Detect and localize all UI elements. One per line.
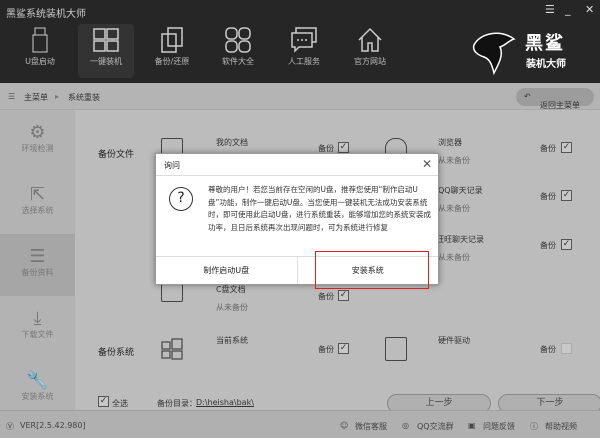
usb-icon bbox=[12, 24, 68, 56]
app-title: 黑鲨系统装机大师 bbox=[6, 9, 86, 20]
nav-backup-restore[interactable]: 备份/还原 bbox=[144, 24, 200, 78]
dialog-close-button[interactable]: ✕ bbox=[422, 157, 432, 171]
wechat-support-link[interactable]: 微信客服 bbox=[355, 421, 387, 432]
item-name: 当前系统 bbox=[216, 336, 248, 345]
qq-icon: ◎ bbox=[402, 421, 409, 430]
nav-label: 软件大全 bbox=[222, 57, 254, 66]
sidebar-item-env-check[interactable]: ⚙ 环境检测 bbox=[0, 110, 75, 172]
backup-checkbox-wangwang[interactable]: ✓ bbox=[561, 239, 572, 250]
version-icon: Ⓥ bbox=[6, 422, 14, 431]
feedback-link[interactable]: 问题反馈 bbox=[483, 421, 515, 432]
sidebar-item-backup[interactable]: ☰ 备份资料 bbox=[0, 234, 75, 296]
nav-support[interactable]: 人工服务 bbox=[276, 24, 332, 78]
nav-label: U盘启动 bbox=[25, 57, 55, 66]
nav-label: 备份/还原 bbox=[154, 57, 190, 66]
nav-label: 一键装机 bbox=[90, 57, 122, 66]
logo-subtext: 装机大师 bbox=[526, 59, 566, 70]
hard-drive-icon bbox=[385, 337, 407, 361]
cursor-icon: ⇱ bbox=[29, 184, 46, 205]
download-icon: ⤓ bbox=[33, 308, 42, 329]
backup-checkbox-documents[interactable]: ✓ bbox=[338, 142, 349, 153]
backup-checkbox-browser[interactable]: ✓ bbox=[561, 142, 572, 153]
sidebar-label: 备份资料 bbox=[21, 268, 54, 277]
sidebar-label: 环境检测 bbox=[21, 144, 54, 153]
backup-label: 备份 bbox=[540, 144, 556, 153]
minimize-button[interactable]: _ bbox=[565, 3, 571, 16]
qq-group-link[interactable]: QQ交流群 bbox=[417, 421, 454, 432]
backup-system-title: 备份系统 bbox=[98, 348, 135, 358]
dialog-message: 尊敬的用户！若您当前存在空闲的U盘，推荐您使用“制作启动U盘”功能，制作一键启动… bbox=[208, 185, 431, 232]
apps-icon bbox=[210, 24, 266, 56]
breadcrumb: ☰ 主菜单 ▸ 系统重装 ↶ 返回主菜单 bbox=[0, 83, 600, 110]
backup-label: 备份 bbox=[540, 192, 556, 201]
nav-label: 人工服务 bbox=[288, 57, 320, 66]
item-name: 我的文档 bbox=[216, 138, 248, 147]
sidebar-label: 下载文件 bbox=[21, 330, 54, 339]
back-label: 返回主菜单 bbox=[540, 101, 580, 110]
drive-icon bbox=[161, 284, 183, 302]
wrench-icon: 🔧 bbox=[26, 370, 49, 391]
nav-software[interactable]: 软件大全 bbox=[210, 24, 266, 78]
sidebar-label: 选择系统 bbox=[21, 206, 54, 215]
backup-dir-label: 备份目录： bbox=[157, 399, 197, 408]
windows-icon bbox=[78, 24, 134, 56]
wechat-icon: ☺ bbox=[340, 421, 349, 430]
back-to-menu-button[interactable]: ↶ 返回主菜单 bbox=[516, 88, 594, 110]
help-video-link[interactable]: 帮助视频 bbox=[545, 421, 577, 432]
breadcrumb-current: 系统重装 bbox=[68, 93, 100, 102]
chevron-right-icon: ▸ bbox=[55, 92, 60, 101]
backup-label: 备份 bbox=[318, 345, 334, 354]
breadcrumb-home[interactable]: 主菜单 bbox=[24, 92, 48, 103]
nav-label: 官方网站 bbox=[354, 57, 386, 66]
backup-checkbox-system[interactable]: ✓ bbox=[338, 343, 349, 354]
item-status: 从未备份 bbox=[216, 303, 248, 312]
item-status: 从未备份 bbox=[438, 204, 470, 213]
version-text: VER[2.5.42.980] bbox=[20, 421, 86, 430]
item-status: 从未备份 bbox=[438, 253, 470, 262]
backup-label: 备份 bbox=[318, 292, 334, 301]
sidebar: ⚙ 环境检测 ⇱ 选择系统 ☰ 备份资料 ⤓ 下载文件 🔧 安装系统 bbox=[0, 110, 75, 410]
menu-icon[interactable]: ☰ bbox=[545, 3, 555, 16]
backup-checkbox-drivers[interactable] bbox=[561, 343, 572, 354]
nav-usb-boot[interactable]: U盘启动 bbox=[12, 24, 68, 78]
backup-label: 备份 bbox=[540, 241, 556, 250]
feedback-icon: ▣ bbox=[468, 421, 476, 430]
backup-dir-link[interactable]: D:\heisha\bak\ bbox=[196, 398, 254, 407]
nav-one-click-install[interactable]: 一键装机 bbox=[78, 24, 134, 78]
dialog-title: 询问 bbox=[156, 154, 438, 176]
item-name: C盘文档 bbox=[216, 285, 246, 294]
return-icon: ↶ bbox=[524, 92, 531, 101]
sidebar-label: 安装系统 bbox=[21, 392, 54, 401]
select-all-checkbox[interactable]: ✓ bbox=[98, 396, 109, 407]
item-status: 从未备份 bbox=[438, 156, 470, 165]
close-button[interactable]: ✕ bbox=[585, 3, 594, 16]
logo-text: 黑鲨 bbox=[525, 33, 565, 54]
chat-icon bbox=[276, 24, 332, 56]
help-icon: ⓘ bbox=[530, 422, 538, 431]
backup-label: 备份 bbox=[540, 345, 556, 354]
home-icon bbox=[342, 24, 398, 56]
select-all-label: 全选 bbox=[112, 399, 128, 408]
backup-files-title: 备份文件 bbox=[98, 150, 135, 160]
list-icon: ☰ bbox=[8, 92, 16, 101]
item-name: 硬件驱动 bbox=[438, 336, 470, 345]
gear-doc-icon: ⚙ bbox=[29, 122, 46, 143]
footer: Ⓥ VER[2.5.42.980] ☺ 微信客服 ◎ QQ交流群 ▣ 问题反馈 ⓘ 帮助… bbox=[0, 410, 600, 438]
copy-icon bbox=[144, 24, 200, 56]
windows-icon bbox=[161, 338, 183, 360]
item-name: QQ聊天记录 bbox=[438, 186, 483, 195]
sidebar-item-select-system[interactable]: ⇱ 选择系统 bbox=[0, 172, 75, 234]
logo: 黑鲨 装机大师 bbox=[470, 25, 595, 77]
item-name: 浏览器 bbox=[438, 138, 462, 147]
highlight-box bbox=[315, 251, 429, 289]
backup-checkbox-c-drive[interactable]: ✓ bbox=[338, 290, 349, 301]
backup-checkbox-qq[interactable]: ✓ bbox=[561, 190, 572, 201]
nav-website[interactable]: 官方网站 bbox=[342, 24, 398, 78]
question-icon: ? bbox=[169, 187, 193, 211]
make-usb-button[interactable]: 制作启动U盘 bbox=[156, 257, 297, 284]
shark-icon bbox=[472, 32, 516, 75]
header: 黑鲨系统装机大师 ☰ _ ✕ U盘启动 一键装机 备份/还原 软件大全 人工服务… bbox=[0, 0, 600, 83]
sidebar-item-download[interactable]: ⤓ 下载文件 bbox=[0, 296, 75, 358]
database-icon: ☰ bbox=[29, 246, 46, 267]
